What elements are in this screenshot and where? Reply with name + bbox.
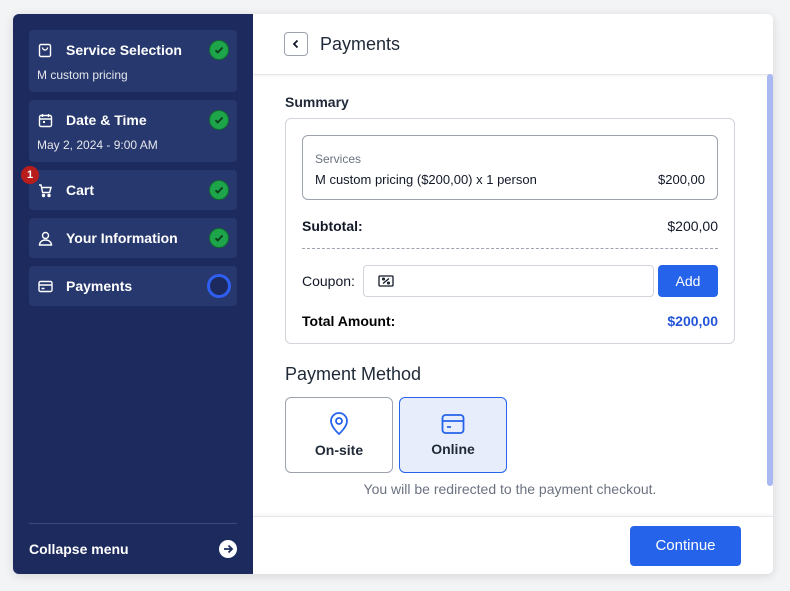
services-label: Services	[315, 152, 362, 166]
redirect-note: You will be redirected to the payment ch…	[363, 481, 657, 497]
content-scroll-area[interactable]: Summary Services M custom pricing ($200,…	[253, 76, 773, 516]
payment-option-on-site[interactable]: On-site	[285, 397, 393, 473]
coupon-row: Coupon: Add	[302, 265, 718, 297]
payment-option-online[interactable]: Online	[399, 397, 507, 473]
subtotal-row: Subtotal: $200,00	[302, 218, 718, 249]
credit-card-icon	[441, 414, 465, 434]
user-icon	[37, 230, 53, 246]
page-title: Payments	[320, 33, 401, 54]
booking-window: Service Selection M custom pricing Date …	[13, 14, 773, 574]
total-label: Total Amount:	[302, 313, 396, 329]
chevron-left-icon	[292, 39, 299, 49]
collapse-menu-button[interactable]: Collapse menu	[29, 523, 237, 558]
main-panel: Payments Summary Services M custom prici…	[253, 14, 773, 574]
step-title: Your Information	[66, 230, 178, 246]
sidebar: Service Selection M custom pricing Date …	[13, 14, 253, 574]
add-coupon-button[interactable]: Add	[658, 265, 718, 297]
subtotal-value: $200,00	[667, 218, 718, 234]
step-title: Cart	[66, 182, 95, 198]
shopping-bag-icon	[37, 42, 53, 58]
check-icon	[209, 110, 229, 130]
payment-method-options: On-site Online	[285, 397, 735, 473]
header: Payments	[253, 14, 773, 75]
step-title: Service Selection	[66, 42, 182, 58]
sidebar-step-service-selection[interactable]: Service Selection M custom pricing	[29, 30, 237, 92]
check-icon	[209, 180, 229, 200]
coupon-ticket-icon	[378, 275, 394, 287]
check-icon	[209, 228, 229, 248]
payment-option-label: Online	[431, 441, 475, 457]
payment-method-title: Payment Method	[285, 364, 422, 384]
step-title: Payments	[66, 278, 133, 294]
services-box: Services M custom pricing ($200,00) x 1 …	[302, 135, 718, 200]
in-progress-icon	[207, 274, 231, 298]
service-item-name: M custom pricing ($200,00) x 1 person	[315, 172, 537, 187]
summary-card: Services M custom pricing ($200,00) x 1 …	[285, 118, 735, 344]
step-subtitle: M custom pricing	[37, 68, 128, 82]
coupon-input[interactable]	[362, 265, 654, 297]
scrollbar[interactable]	[767, 74, 773, 486]
sidebar-step-payments[interactable]: Payments	[29, 266, 237, 306]
payment-option-label: On-site	[314, 442, 364, 458]
cart-icon	[37, 182, 53, 198]
summary-title: Summary	[285, 94, 349, 110]
total-value: $200,00	[667, 313, 718, 329]
arrow-right-icon	[219, 540, 237, 558]
sidebar-step-your-information[interactable]: Your Information	[29, 218, 237, 258]
sidebar-step-date-time[interactable]: Date & Time May 2, 2024 - 9:00 AM	[29, 100, 237, 162]
credit-card-icon	[37, 278, 53, 294]
calendar-icon	[37, 112, 53, 128]
map-pin-icon	[330, 412, 348, 436]
service-item-price: $200,00	[658, 172, 705, 187]
collapse-menu-label: Collapse menu	[29, 541, 129, 557]
footer: Continue	[253, 516, 773, 574]
sidebar-step-cart[interactable]: 1 Cart	[21, 166, 237, 210]
total-row: Total Amount: $200,00	[302, 313, 718, 329]
continue-button[interactable]: Continue	[630, 525, 741, 566]
subtotal-label: Subtotal:	[302, 218, 363, 234]
step-subtitle: May 2, 2024 - 9:00 AM	[37, 138, 158, 152]
cart-count-badge: 1	[21, 166, 39, 184]
step-title: Date & Time	[66, 112, 147, 128]
service-line-item: M custom pricing ($200,00) x 1 person $2…	[315, 172, 705, 187]
check-icon	[209, 40, 229, 60]
coupon-label: Coupon:	[302, 273, 355, 289]
back-button[interactable]	[284, 32, 308, 56]
